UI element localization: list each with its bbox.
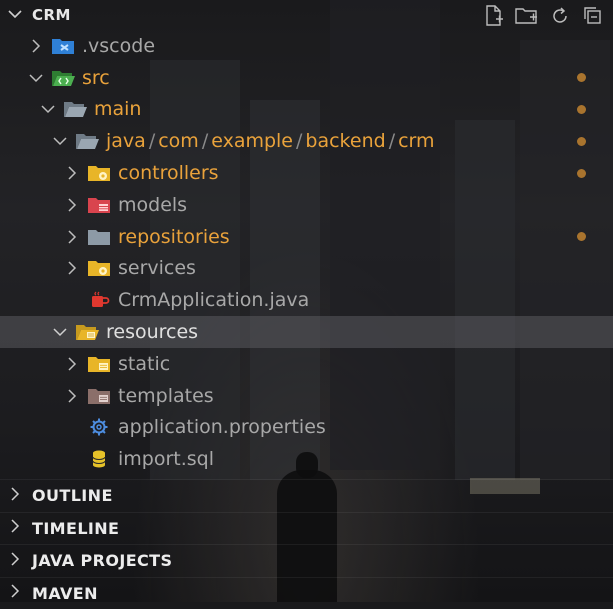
chevron-right-icon: [62, 389, 82, 403]
tree-item-models[interactable]: models: [0, 189, 613, 221]
folder-open-icon: [74, 131, 100, 151]
tree-item-label: import.sql: [118, 448, 215, 471]
folder-icon: [86, 227, 112, 247]
path-separator: /: [388, 130, 396, 153]
gear-icon: [86, 417, 112, 437]
chevron-right-icon: [10, 519, 24, 537]
folder-open-icon: [62, 99, 88, 119]
tree-item-label: src: [82, 66, 110, 89]
git-modified-dot: [577, 232, 586, 242]
section-title: JAVA PROJECTS: [32, 551, 173, 571]
explorer-title: CRM: [32, 6, 71, 24]
chevron-right-icon: [10, 584, 24, 602]
tree-item-label: repositories: [118, 225, 230, 248]
chevron-down-icon: [50, 327, 70, 337]
controller-folder-icon: [86, 163, 112, 183]
tree-item-label: templates: [118, 384, 214, 407]
explorer-actions: [482, 4, 605, 28]
tree-item-templates[interactable]: templates: [0, 380, 613, 412]
refresh-icon[interactable]: [548, 4, 572, 28]
chevron-right-icon: [62, 230, 82, 244]
new-folder-icon[interactable]: [515, 4, 539, 28]
tree-item-label: main: [94, 98, 142, 121]
section-java-projects[interactable]: JAVA PROJECTS: [0, 544, 613, 577]
tree-item-java-package[interactable]: java / com / example / backend / crm: [0, 125, 613, 157]
chevron-down-icon: [38, 104, 58, 114]
chevron-down-icon: [50, 136, 70, 146]
chevron-right-icon: [26, 39, 46, 53]
tree-item-crm-application[interactable]: CrmApplication.java: [0, 284, 613, 316]
vscode-folder-icon: [50, 36, 76, 56]
path-segment: crm: [398, 130, 435, 153]
tree-item-label: application.properties: [118, 416, 326, 439]
path-separator: /: [148, 130, 156, 153]
tree-item-import-sql[interactable]: import.sql: [0, 443, 613, 475]
section-title: MAVEN: [32, 583, 98, 603]
path-separator: /: [296, 130, 303, 153]
chevron-down-icon: [26, 73, 46, 83]
git-modified-dot: [577, 73, 586, 83]
explorer-panel: CRM .vscode src main java / com / exampl…: [0, 0, 613, 609]
tree-item-main[interactable]: main: [0, 94, 613, 126]
tree-item-label: static: [118, 352, 171, 375]
chevron-right-icon: [62, 166, 82, 180]
tree-item-label: CrmApplication.java: [118, 289, 310, 312]
path-segment: backend: [305, 130, 386, 153]
section-outline[interactable]: OUTLINE: [0, 479, 613, 512]
tree-item-application-properties[interactable]: application.properties: [0, 412, 613, 444]
section-title: OUTLINE: [32, 486, 113, 506]
explorer-header[interactable]: CRM: [0, 0, 613, 30]
tree-item-controllers[interactable]: controllers: [0, 157, 613, 189]
section-timeline[interactable]: TIMELINE: [0, 511, 613, 545]
section-title: TIMELINE: [32, 518, 120, 538]
tree-item-label: resources: [106, 321, 199, 344]
static-folder-icon: [86, 354, 112, 374]
path-separator: /: [201, 130, 209, 153]
path-segment: com: [158, 130, 199, 153]
tree-item-label: controllers: [118, 162, 219, 185]
chevron-down-icon: [8, 8, 24, 23]
templates-folder-icon: [86, 386, 112, 406]
new-file-icon[interactable]: [482, 4, 506, 28]
tree-item-resources[interactable]: resources: [0, 316, 613, 348]
chevron-right-icon: [10, 552, 24, 570]
tree-item-vscode[interactable]: .vscode: [0, 30, 613, 62]
git-modified-dot: [577, 136, 586, 146]
tree-item-src[interactable]: src: [0, 62, 613, 94]
chevron-right-icon: [62, 357, 82, 371]
path-segment: java: [106, 130, 146, 153]
models-folder-icon: [86, 195, 112, 215]
collapse-all-icon[interactable]: [581, 4, 605, 28]
tree-item-repositories[interactable]: repositories: [0, 221, 613, 253]
chevron-right-icon: [10, 487, 24, 505]
chevron-right-icon: [62, 261, 82, 275]
tree-item-services[interactable]: services: [0, 253, 613, 285]
section-maven[interactable]: MAVEN: [0, 576, 613, 609]
path-segment: example: [211, 130, 293, 153]
tree-item-static[interactable]: static: [0, 348, 613, 380]
tree-item-label: .vscode: [82, 34, 156, 57]
chevron-right-icon: [62, 198, 82, 212]
database-icon: [86, 449, 112, 469]
src-folder-open-icon: [50, 68, 76, 88]
resources-folder-open-icon: [74, 322, 100, 342]
tree-item-label: models: [118, 193, 188, 216]
git-modified-dot: [577, 104, 586, 114]
services-folder-icon: [86, 258, 112, 278]
git-modified-dot: [577, 168, 586, 178]
tree-item-label: services: [118, 257, 196, 280]
java-file-icon: [86, 290, 112, 310]
